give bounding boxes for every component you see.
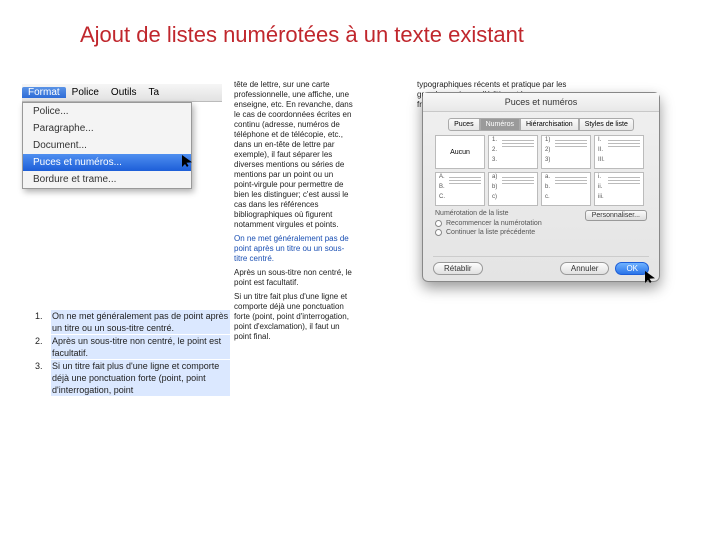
format-dropdown: Police... Paragraphe... Document... Puce… [22, 102, 192, 189]
tab-styles-liste[interactable]: Styles de liste [579, 118, 634, 131]
doc-para: Après un sous-titre non centré, le point… [234, 268, 354, 288]
radio-restart-label: Recommencer la numérotation [446, 220, 542, 227]
cancel-button[interactable]: Annuler [560, 262, 610, 275]
dialog-title: Puces et numéros [423, 93, 659, 112]
style-alpha-lower[interactable]: a.b.c. [541, 172, 591, 206]
page-title: Ajout de listes numérotées à un texte ex… [80, 22, 524, 48]
screenshot-composite: Format Police Outils Ta Police... Paragr… [22, 80, 662, 290]
menu-item-police[interactable]: Police... [23, 103, 191, 120]
style-alpha-upper[interactable]: A.B.C. [435, 172, 485, 206]
style-none[interactable]: Aucun [435, 135, 485, 169]
list-item: 2. Après un sous-titre non centré, le po… [35, 335, 230, 359]
menu-outils[interactable]: Outils [105, 87, 143, 98]
list-text: Après un sous-titre non centré, le point… [51, 335, 230, 359]
doc-para: Si un titre fait plus d'une ligne et com… [234, 292, 354, 342]
ok-button[interactable]: OK [615, 262, 649, 275]
list-number: 2. [35, 335, 51, 359]
list-text: Si un titre fait plus d'une ligne et com… [51, 360, 230, 396]
doc-para-blue: On ne met généralement pas de point aprè… [234, 234, 354, 264]
doc-para: tête de lettre, sur une carte profession… [234, 80, 354, 230]
tab-hierarchisation[interactable]: Hiérarchisation [520, 118, 579, 131]
bullets-numbers-dialog: Puces et numéros Puces Numéros Hiérarchi… [422, 92, 660, 282]
list-number: 3. [35, 360, 51, 396]
menu-police-top[interactable]: Police [66, 87, 105, 98]
result-numbered-list: 1. On ne met généralement pas de point a… [35, 310, 230, 397]
style-decimal-dot[interactable]: 1.2.3. [488, 135, 538, 169]
menu-item-document[interactable]: Document... [23, 137, 191, 154]
menu-item-paragraphe[interactable]: Paragraphe... [23, 120, 191, 137]
tab-puces[interactable]: Puces [448, 118, 479, 131]
style-none-label: Aucun [450, 149, 470, 156]
dialog-tabs: Puces Numéros Hiérarchisation Styles de … [423, 118, 659, 131]
style-roman-lower[interactable]: i.ii.iii. [594, 172, 644, 206]
reset-button[interactable]: Rétablir [433, 262, 483, 275]
list-numbering-options: Numérotation de la liste Recommencer la … [435, 210, 542, 238]
style-decimal-paren[interactable]: 1)2)3) [541, 135, 591, 169]
list-item: 1. On ne met généralement pas de point a… [35, 310, 230, 334]
style-alpha-paren[interactable]: a)b)c) [488, 172, 538, 206]
list-item: 3. Si un titre fait plus d'une ligne et … [35, 360, 230, 396]
menu-format[interactable]: Format [22, 87, 66, 98]
style-roman-upper[interactable]: I.II.III. [594, 135, 644, 169]
number-style-grid: Aucun 1.2.3. 1)2)3) I.II.III. A.B.C. a)b… [435, 135, 647, 206]
document-text-column-1: tête de lettre, sur une carte profession… [234, 80, 354, 346]
tab-numeros[interactable]: Numéros [480, 118, 520, 131]
dialog-button-row: Rétablir Annuler OK [433, 256, 649, 275]
radio-continue[interactable] [435, 229, 442, 236]
menu-item-bordure[interactable]: Bordure et trame... [23, 171, 191, 188]
customize-button[interactable]: Personnaliser... [585, 210, 647, 221]
menu-item-puces-numeros[interactable]: Puces et numéros... [23, 154, 191, 171]
section-label: Numérotation de la liste [435, 210, 542, 217]
menu-truncated[interactable]: Ta [142, 87, 165, 98]
list-number: 1. [35, 310, 51, 334]
radio-continue-label: Continuer la liste précédente [446, 229, 535, 236]
list-text: On ne met généralement pas de point aprè… [51, 310, 230, 334]
radio-restart[interactable] [435, 220, 442, 227]
menubar: Format Police Outils Ta [22, 84, 222, 102]
